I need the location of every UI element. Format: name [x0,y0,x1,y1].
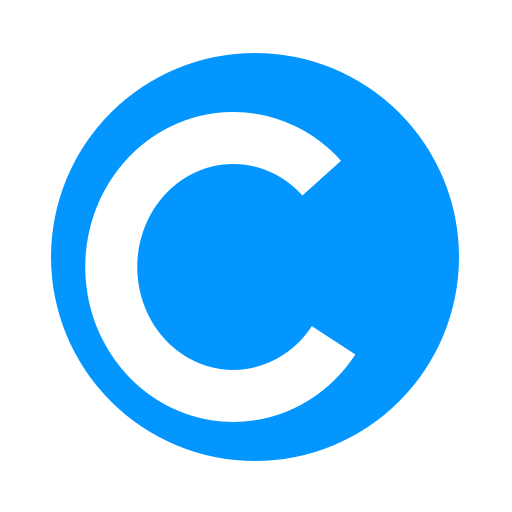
copyright-c-logo-icon [51,53,459,461]
logo-canvas [0,0,512,512]
